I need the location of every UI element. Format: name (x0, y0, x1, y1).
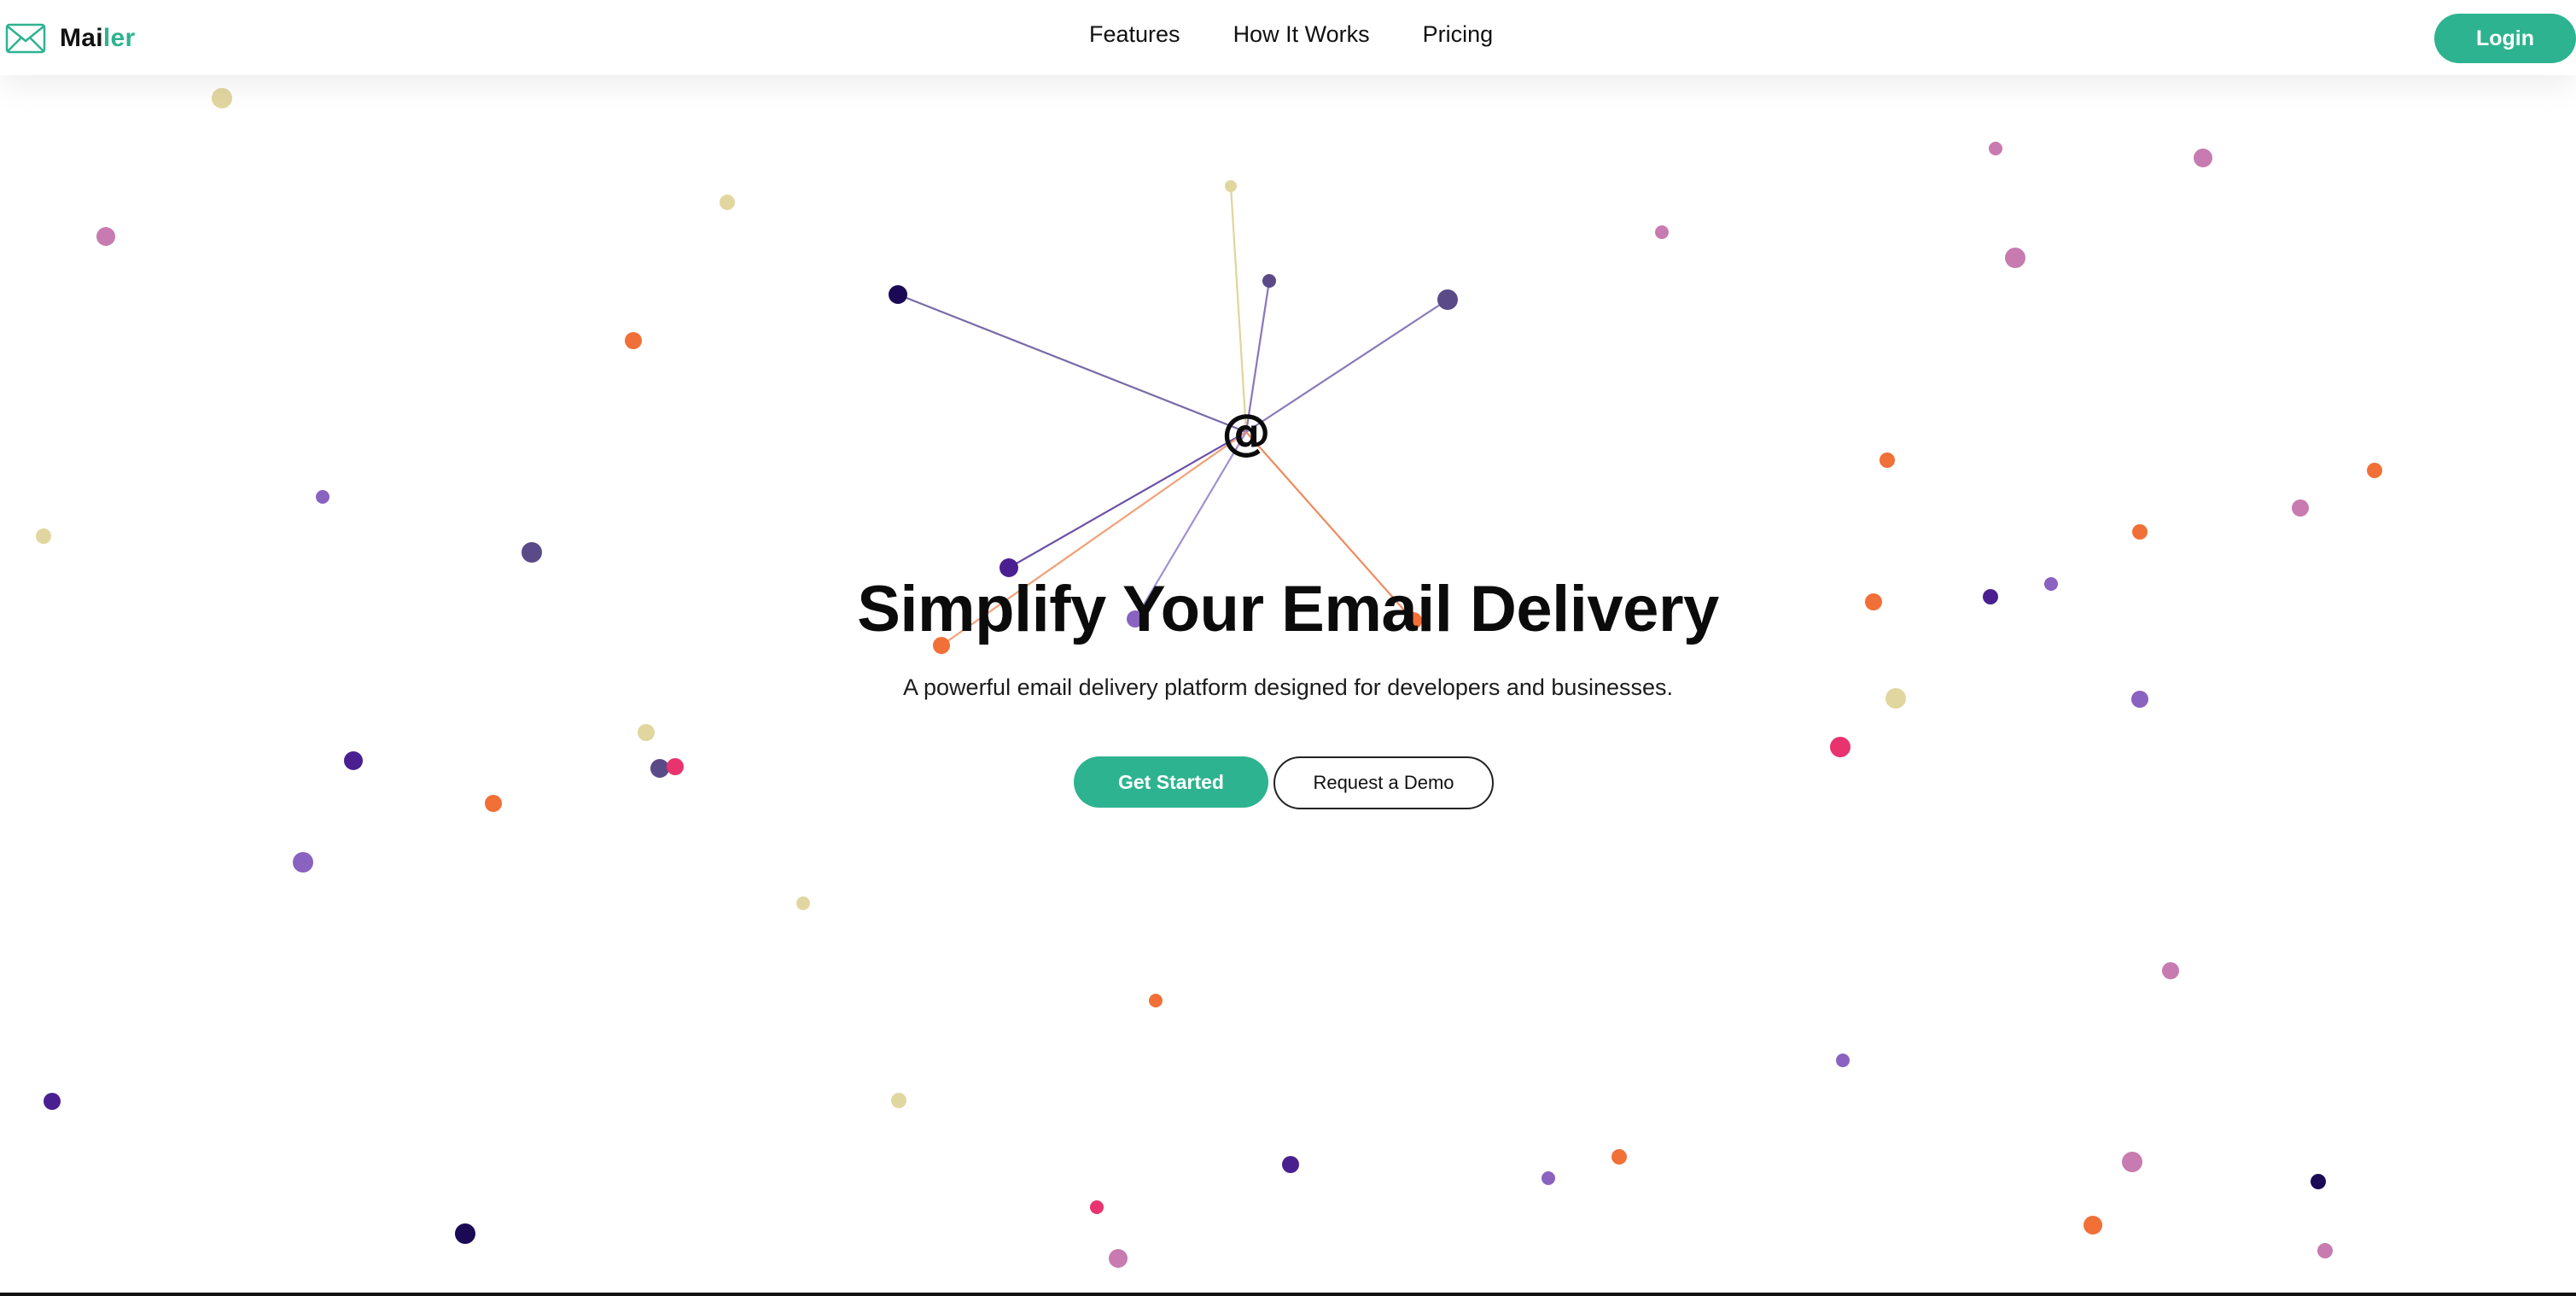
floating-dot (1880, 452, 1895, 468)
floating-dot (2311, 1174, 2326, 1189)
floating-dot (1655, 225, 1669, 239)
floating-dot (2292, 499, 2309, 517)
login-button[interactable]: Login (2434, 14, 2576, 63)
network-node (889, 285, 907, 304)
network-link (1229, 185, 1248, 433)
floating-dot (316, 490, 329, 504)
top-navigation-bar: Mailer Features How It Works Pricing Log… (0, 0, 2576, 75)
nav-item-features[interactable]: Features (1089, 21, 1180, 48)
floating-dot (455, 1223, 475, 1244)
network-node (1262, 274, 1276, 288)
network-node (1437, 289, 1458, 310)
floating-dot (36, 528, 51, 544)
floating-dot (625, 332, 642, 349)
floating-dot (1865, 593, 1882, 610)
get-started-button[interactable]: Get Started (1074, 756, 1268, 808)
floating-dot (2317, 1243, 2333, 1258)
main-nav: Features How It Works Pricing (1089, 21, 1493, 48)
network-node (1225, 180, 1237, 192)
floating-dot (212, 88, 232, 108)
network-node (1000, 558, 1018, 577)
network-node (933, 637, 950, 654)
floating-dot (2131, 691, 2148, 708)
page-frame: @ Mailer Features How It Works Pricing L… (0, 0, 2576, 1296)
floating-dot (2122, 1152, 2142, 1172)
network-link (1245, 299, 1448, 433)
floating-dot (1542, 1171, 1555, 1185)
floating-dot (1836, 1054, 1850, 1067)
nav-item-how-it-works[interactable]: How It Works (1233, 21, 1370, 48)
floating-dot (2194, 149, 2212, 167)
floating-dot (2084, 1216, 2102, 1235)
floating-dot (2162, 962, 2179, 979)
network-link (1245, 431, 1414, 622)
floating-dot (667, 758, 684, 775)
floating-dot (96, 227, 115, 246)
floating-dot (344, 751, 363, 770)
floating-dot (1090, 1200, 1104, 1214)
floating-dot (1611, 1149, 1627, 1165)
floating-dot (485, 795, 502, 812)
floating-dot (2044, 577, 2058, 591)
floating-dot (293, 852, 313, 873)
floating-dot (720, 195, 735, 210)
network-link (897, 293, 1247, 434)
floating-dot (1149, 994, 1163, 1007)
floating-dot (891, 1093, 906, 1108)
floating-dot (1983, 589, 1998, 604)
brand-name-accent: ler (102, 24, 136, 52)
floating-dot (522, 542, 542, 563)
floating-dot (650, 759, 669, 778)
network-link (941, 431, 1247, 646)
network-node (1127, 610, 1144, 628)
floating-dot (1830, 737, 1850, 757)
floating-dot (796, 896, 810, 910)
floating-dot (2367, 463, 2382, 478)
network-node (1405, 612, 1422, 629)
brand-logo[interactable]: Mailer (5, 22, 136, 55)
floating-dot (1885, 688, 1906, 709)
nav-item-pricing[interactable]: Pricing (1423, 21, 1494, 48)
at-symbol-icon: @ (1221, 403, 1271, 461)
bottom-border (0, 1293, 2576, 1296)
brand-name-main: Mai (60, 24, 103, 52)
request-demo-button[interactable]: Request a Demo (1273, 756, 1494, 809)
envelope-icon (5, 23, 46, 54)
floating-dot (638, 724, 655, 741)
floating-dot (1282, 1156, 1299, 1173)
floating-dot (1989, 142, 2002, 155)
background-network: @ (36, 88, 2382, 1268)
network-link (1008, 431, 1247, 569)
floating-dot (2005, 248, 2025, 268)
floating-dot (1109, 1249, 1128, 1268)
floating-dot (44, 1093, 61, 1110)
floating-dot (2132, 524, 2148, 540)
brand-name: Mailer (60, 24, 136, 53)
